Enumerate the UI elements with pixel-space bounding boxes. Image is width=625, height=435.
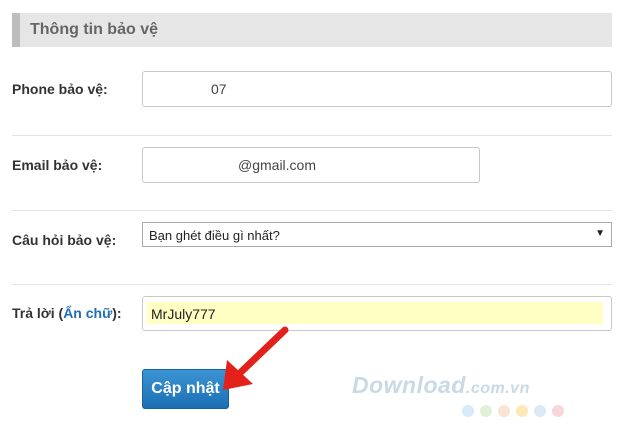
answer-input[interactable]: MrJuly777	[142, 296, 612, 331]
red-arrow-icon	[223, 326, 289, 390]
watermark-dot	[552, 405, 564, 417]
watermark-dot	[480, 405, 492, 417]
watermark-dot	[498, 405, 510, 417]
phone-label: Phone bảo vệ:	[12, 81, 108, 97]
section-header: Thông tin bảo vệ	[12, 13, 612, 47]
dropdown-arrow-icon: ▼	[595, 228, 605, 239]
watermark-suffix: .com.vn	[465, 380, 530, 397]
email-input[interactable]: @gmail.com	[142, 147, 480, 183]
hide-text-link[interactable]: Ẩn chữ	[63, 305, 112, 321]
divider	[12, 284, 612, 285]
divider	[12, 135, 612, 136]
phone-input[interactable]: 07	[142, 71, 612, 107]
watermark-dots	[462, 405, 564, 417]
watermark-dot	[516, 405, 528, 417]
watermark-logo: Download.com.vn	[352, 372, 530, 399]
question-label: Câu hỏi bảo vệ:	[12, 232, 117, 248]
email-label: Email bảo vệ:	[12, 157, 103, 173]
security-question-select[interactable]: Bạn ghét điều gì nhất? ▼	[142, 222, 612, 247]
selected-question: Bạn ghét điều gì nhất?	[149, 228, 280, 243]
answer-label: Trả lời (Ẩn chữ):	[12, 305, 122, 321]
answer-label-suffix: ):	[112, 305, 122, 321]
section-title: Thông tin bảo vệ	[30, 21, 158, 38]
answer-value: MrJuly777	[151, 306, 216, 322]
watermark-brand: Download	[352, 372, 466, 398]
email-value: @gmail.com	[238, 157, 317, 173]
divider	[12, 210, 612, 211]
phone-value: 07	[211, 81, 227, 97]
answer-label-prefix: Trả lời (	[12, 305, 64, 321]
watermark-dot	[534, 405, 546, 417]
watermark-dot	[462, 405, 474, 417]
